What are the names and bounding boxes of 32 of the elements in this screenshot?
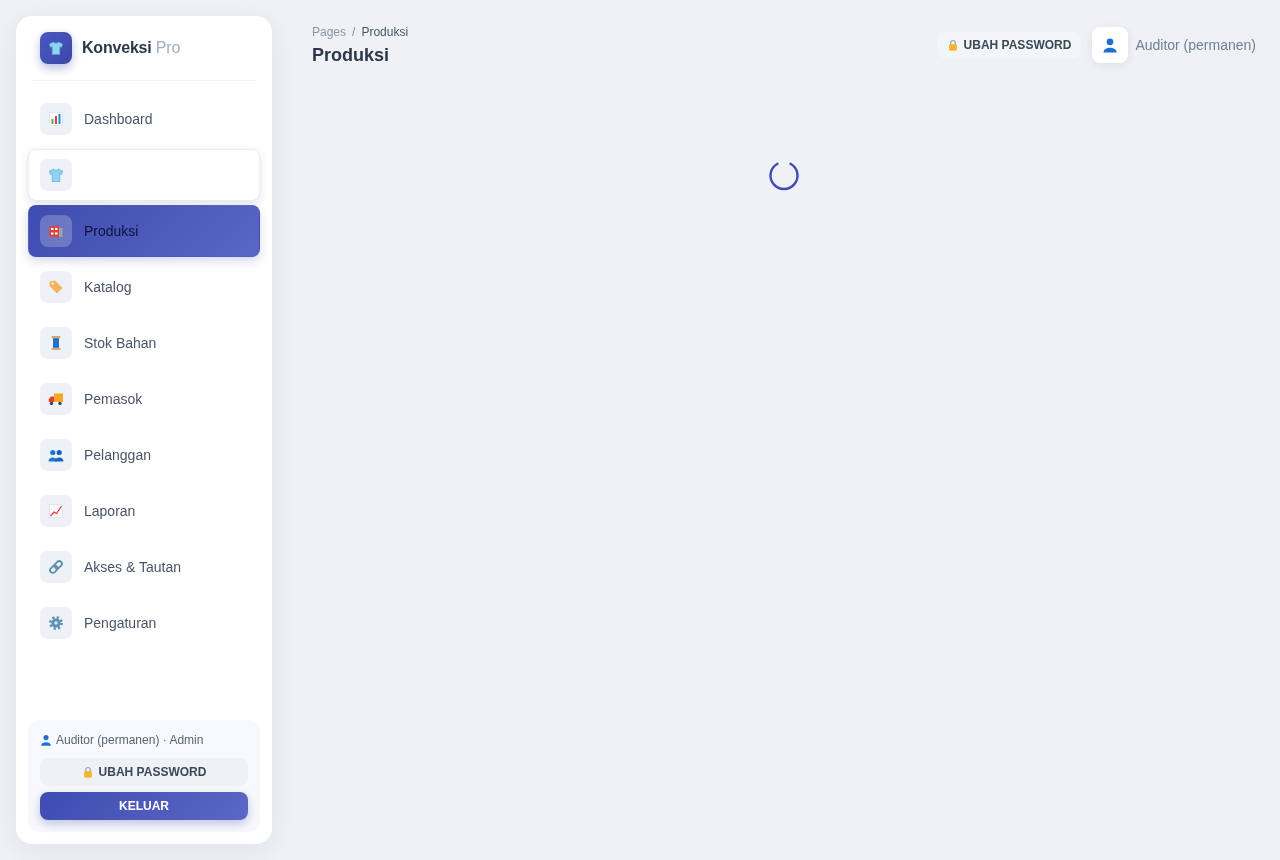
nav-item[interactable]: Dashboard [28, 93, 260, 145]
gear-icon [40, 607, 72, 639]
factory-icon [40, 215, 72, 247]
breadcrumb-current: Produksi [361, 24, 409, 40]
truck-icon [40, 383, 72, 415]
change-password-button[interactable]: UBAH PASSWORD [936, 32, 1082, 58]
user-info: Auditor (permanen) · Admin [56, 732, 204, 748]
shirt-icon [40, 159, 72, 191]
nav-item[interactable]: Laporan [28, 485, 260, 537]
page-title: Produksi [312, 44, 391, 66]
line-chart-icon [40, 495, 72, 527]
nav-item[interactable]: Stok Bahan [28, 317, 260, 369]
user-name: Auditor (permanen) [1135, 37, 1256, 53]
nav-item[interactable]: Pemasok [28, 373, 260, 425]
shirt-icon [40, 32, 72, 64]
breadcrumb-separator: / [352, 24, 356, 40]
change-password-button[interactable]: UBAH PASSWORD [40, 758, 248, 786]
tag-icon [40, 271, 72, 303]
lock-icon [946, 39, 959, 51]
logout-button[interactable]: KELUAR [40, 792, 248, 820]
nav-item[interactable]: Pelanggan [28, 429, 260, 481]
brand-name: Konveksi Pro [82, 39, 181, 57]
person-icon [40, 734, 52, 746]
link-icon [40, 551, 72, 583]
nav-item[interactable]: Pengaturan [28, 597, 260, 649]
bar-chart-icon [40, 103, 72, 135]
spool-icon [40, 327, 72, 359]
people-icon [40, 439, 72, 471]
lock-icon [81, 766, 94, 778]
nav-item[interactable]: Katalog [28, 261, 260, 313]
avatar-icon[interactable] [1092, 27, 1129, 63]
nav-item[interactable]: Akses & Tautan [28, 541, 260, 593]
